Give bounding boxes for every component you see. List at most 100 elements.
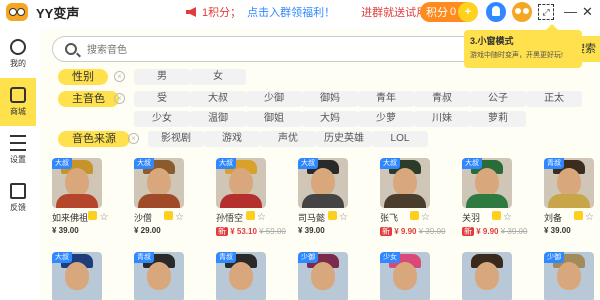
points-value: 0 [450,6,457,18]
filter-option[interactable]: 游戏 [204,131,260,147]
filter-option[interactable]: 受 [134,91,190,107]
lock-icon [573,211,583,220]
character-face [393,262,417,290]
clear-filter-icon[interactable]: × [128,133,139,144]
filter-label: 性别 [58,69,108,85]
mini-mode-tooltip: 3.小窗模式 游戏中随时变声，开黑更好玩! [464,24,582,68]
favorite-icon[interactable]: ☆ [421,212,430,223]
voice-card[interactable] [462,252,512,300]
filter-option[interactable]: 少萝 [358,111,414,127]
favorite-icon[interactable]: ☆ [100,212,109,223]
add-points-icon[interactable]: + [458,2,478,22]
voice-card[interactable]: 青叔 刘备 ☆ ¥ 39.00 [544,158,594,235]
voice-price: 新 ¥ 53.10 ¥ 59.00 [216,226,286,237]
clear-filter-icon[interactable]: × [114,71,125,82]
sidebar-item-label: 我的 [10,59,26,68]
mini-window-icon[interactable]: ⤢ [538,4,554,20]
filter-option[interactable]: 温御 [190,111,246,127]
filter-option[interactable]: 川妹 [414,111,470,127]
voice-tag: 少御 [544,252,564,263]
sidebar-item-feedback[interactable]: 反馈 [0,174,36,222]
character-face [147,168,171,196]
voice-tag: 青叔 [544,158,564,169]
voice-card[interactable]: 青叔 [134,252,184,300]
voice-tag: 青叔 [216,252,236,263]
filter-option[interactable]: 青叔 [414,91,470,107]
favorite-icon[interactable]: ☆ [175,212,184,223]
character-face [311,262,335,290]
voice-card[interactable]: 大叔 沙僧 ☆ ¥ 29.00 [134,158,184,235]
sidebar-item-label: 反馈 [10,203,26,212]
voice-card[interactable]: 大叔司马懿 ☆ ¥ 39.00 [298,158,348,235]
voice-avatar: 大叔 [52,252,102,300]
close-icon[interactable]: ✕ [582,4,593,20]
app-logo-icon [6,3,28,21]
favorite-icon[interactable]: ☆ [257,212,266,223]
filter-option[interactable]: 女 [190,69,246,85]
filter-label: 主音色 [58,91,119,107]
voice-card[interactable]: 大叔如来佛祖 ☆ ¥ 39.00 [52,158,109,235]
filter-option[interactable]: 男 [134,69,190,85]
filter-option[interactable]: 少御 [246,91,302,107]
filter-option[interactable]: 影视剧 [148,131,204,147]
voice-card[interactable]: 少女 [380,252,430,300]
character-body [302,194,344,208]
notification-icon[interactable] [486,2,506,22]
points-button[interactable]: 积分 0 + [420,2,478,22]
character-face [229,168,253,196]
shop-icon [10,87,26,103]
character-face [475,168,499,196]
filter-option[interactable]: LOL [372,131,428,147]
filter-option[interactable]: 大叔 [190,91,246,107]
filter-option[interactable]: 御姐 [246,111,302,127]
filter-option[interactable]: 少女 [134,111,190,127]
voice-price: ¥ 39.00 [298,226,325,235]
voice-card[interactable]: 少御 [544,252,594,300]
filter-option[interactable]: 御妈 [302,91,358,107]
sidebar-item-mine[interactable]: 我的 [0,30,36,78]
voice-card[interactable]: 大叔 关羽 ☆ 新 ¥ 9.90 ¥ 39.00 [462,158,527,237]
notice-link[interactable]: 点击入群领福利！ [247,4,335,20]
voice-price: ¥ 39.00 [52,226,79,235]
sidebar-item-shop[interactable]: 商城 [0,78,36,126]
filter-option[interactable]: 正太 [526,91,582,107]
character-body [548,194,590,208]
voice-card[interactable]: 少御 [298,252,348,300]
sidebar-item-settings[interactable]: 设置 [0,126,36,174]
search-input[interactable] [87,41,527,59]
favorite-icon[interactable]: ☆ [503,212,512,223]
clear-filter-icon[interactable]: × [114,93,125,104]
filter-option[interactable]: 萝莉 [470,111,526,127]
voice-card[interactable]: 大叔 孙悟空 ☆ 新 ¥ 53.10 ¥ 59.00 [216,158,286,237]
voice-avatar: 大叔 [52,158,102,208]
voice-name-row: 司马懿 ☆ [298,211,348,223]
character-body [220,194,262,208]
sale-badge: 新 [380,227,392,236]
voice-card[interactable]: 青叔 [216,252,266,300]
voice-price: 新 ¥ 9.90 ¥ 39.00 [462,226,527,237]
voice-name: 刘备 [544,212,563,223]
filter-option[interactable]: 大妈 [302,111,358,127]
filter-option[interactable]: 历史英雄 [316,131,372,147]
notice-cta[interactable]: 进群就送试用 [361,4,427,20]
filter-option[interactable]: 声优 [260,131,316,147]
filter-voice: 主音色 [58,90,119,108]
voice-avatar: 大叔 [462,158,512,208]
character-body [384,194,426,208]
voice-name-row: 如来佛祖 ☆ [52,211,109,223]
voice-avatar: 少御 [544,252,594,300]
filter-option[interactable]: 青年 [358,91,414,107]
character-face [311,168,335,196]
lock-icon [163,211,173,220]
filter-option[interactable]: 公子 [470,91,526,107]
voice-card[interactable]: 大叔 张飞 ☆ 新 ¥ 9.90 ¥ 39.00 [380,158,445,237]
voice-card[interactable]: 大叔 [52,252,102,300]
voice-price: ¥ 29.00 [134,226,161,235]
voice-avatar: 大叔 [298,158,348,208]
avatar[interactable] [512,2,532,22]
favorite-icon[interactable]: ☆ [339,212,348,223]
favorite-icon[interactable]: ☆ [585,212,594,223]
lock-icon [491,211,501,220]
minimize-icon[interactable]: — [564,4,577,19]
voice-name-row: 张飞 ☆ [380,211,430,223]
